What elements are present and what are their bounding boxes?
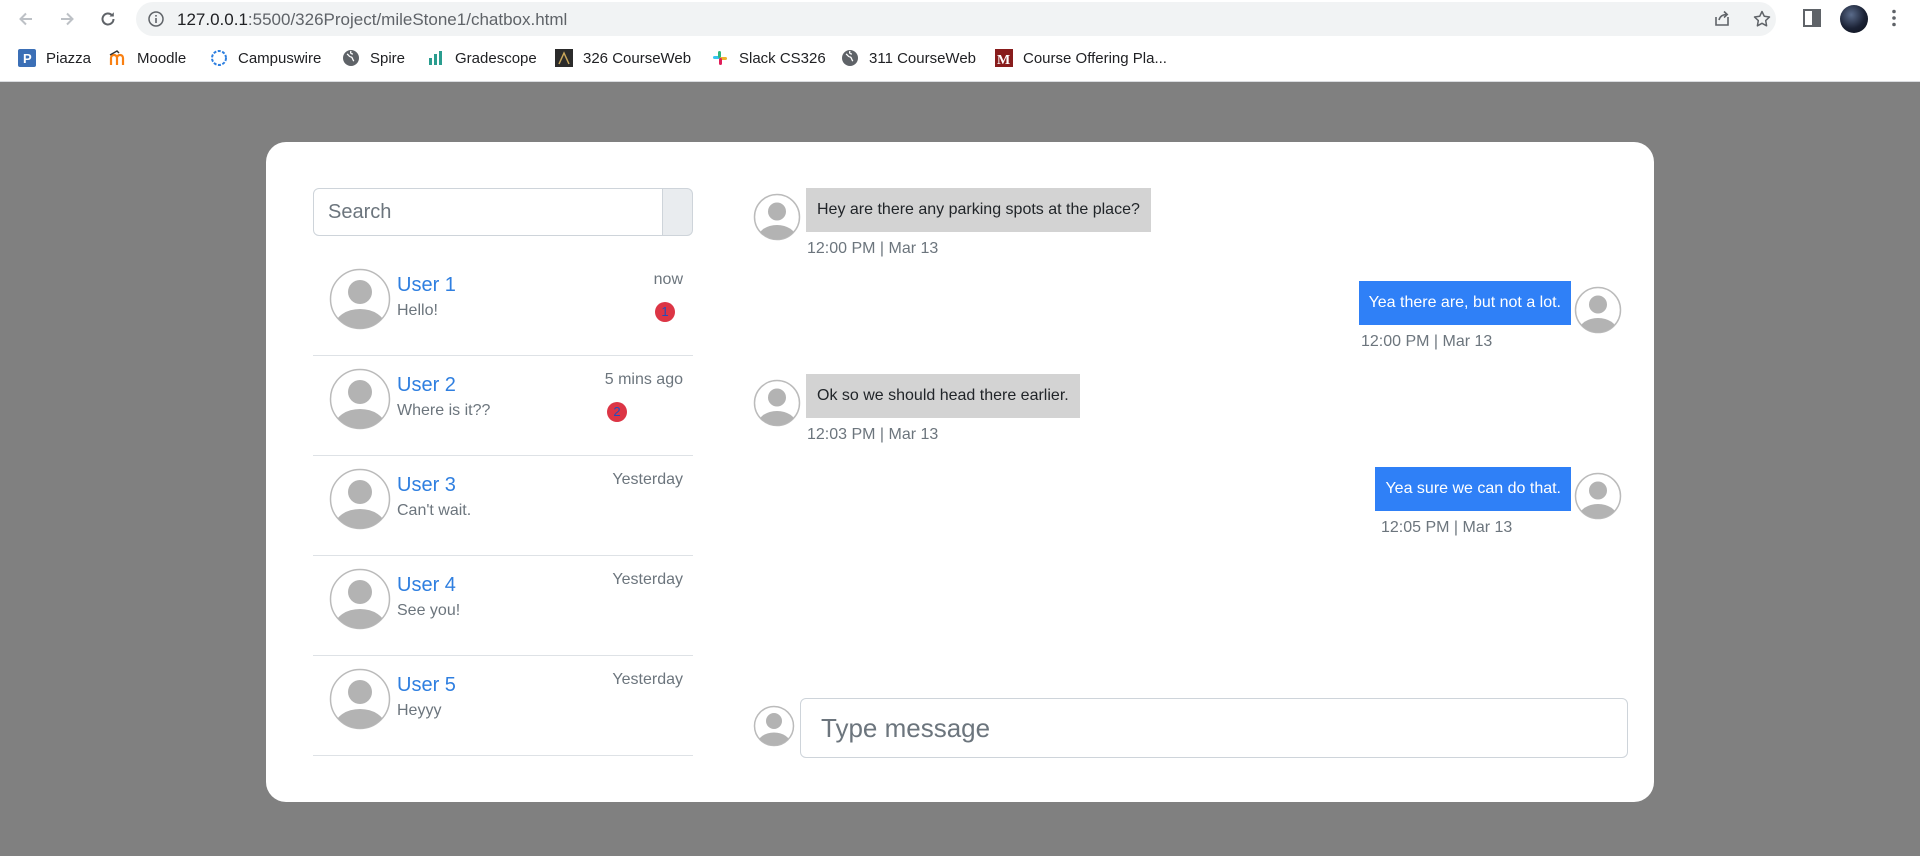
browser-toolbar: 127.0.0.1:5500/326Project/mileStone1/cha… [0,0,1920,38]
contact-list: User 1 Hello! now 1 User 2 Where is it??… [313,256,693,756]
bookmark-piazza[interactable]: P Piazza [18,48,91,68]
bookmark-spire[interactable]: Spire [342,48,405,68]
own-avatar [1574,286,1622,334]
composer-avatar [753,705,795,747]
info-icon[interactable] [148,11,164,27]
outgoing-message-bubble: Yea sure we can do that. [1375,467,1571,511]
bookmark-label: Campuswire [238,49,322,67]
piazza-icon: P [18,49,36,67]
kebab-menu-icon[interactable] [1883,7,1905,29]
campuswire-icon [210,49,228,67]
bookmarks-bar: P Piazza Moodle Campuswire Spire Gradesc… [0,42,1920,72]
address-bar[interactable]: 127.0.0.1:5500/326Project/mileStone1/cha… [136,2,1776,36]
contact-name: User 1 [397,274,456,296]
unread-badge: 2 [607,402,627,422]
contact-time: Yesterday [612,571,683,588]
contact-name: User 2 [397,374,456,396]
globe-icon [342,49,360,67]
avatar [329,568,391,630]
bookmark-label: Gradescope [455,49,537,67]
contact-name: User 3 [397,474,456,496]
bookmark-label: 311 CourseWeb [869,49,977,67]
gradescope-icon [427,49,445,67]
contact-preview: Where is it?? [397,402,491,419]
message-timestamp: 12:00 PM | Mar 13 [807,240,939,257]
bookmark-label: 326 CourseWeb [583,49,692,67]
browser-chrome: 127.0.0.1:5500/326Project/mileStone1/cha… [0,0,1920,82]
bookmark-label: Slack CS326 [739,49,826,67]
side-panel-icon[interactable] [1801,7,1823,29]
courseweb-icon [555,49,573,67]
contact-time: Yesterday [612,471,683,488]
contact-preview: See you! [397,602,461,619]
svg-text:M: M [997,53,1010,67]
bookmark-311-courseweb[interactable]: 311 CourseWeb [841,48,976,68]
contact-time: now [653,271,683,288]
back-arrow-icon[interactable] [12,5,40,33]
bookmark-course-offering[interactable]: M Course Offering Pla... [995,48,1167,68]
url-host: 127.0.0.1 [177,10,248,29]
svg-text:P: P [23,51,32,66]
url-path: :5500/326Project/mileStone1/chatbox.html [247,10,568,29]
avatar [329,668,391,730]
chat-card: User 1 Hello! now 1 User 2 Where is it??… [266,142,1654,802]
reload-icon[interactable] [94,5,122,33]
message-timestamp: 12:00 PM | Mar 13 [1361,333,1493,350]
search-group [313,188,693,236]
bookmark-label: Course Offering Pla... [1023,49,1167,67]
contact-preview: Can't wait. [397,502,472,519]
url-text: 127.0.0.1:5500/326Project/mileStone1/cha… [177,10,567,30]
contact-preview: Hello! [397,302,438,319]
bookmark-gradescope[interactable]: Gradescope [427,48,537,68]
contact-item-user-2[interactable]: User 2 Where is it?? 5 mins ago 2 [313,356,693,456]
umass-icon: M [995,49,1013,67]
profile-avatar[interactable] [1840,5,1868,33]
contact-preview: Heyyy [397,702,442,719]
own-avatar [1574,472,1622,520]
forward-arrow-icon[interactable] [53,5,81,33]
unread-badge: 1 [655,302,675,322]
contact-name: User 4 [397,574,456,596]
avatar [329,468,391,530]
search-addon[interactable] [663,188,693,236]
contact-time: 5 mins ago [604,371,683,388]
contact-item-user-3[interactable]: User 3 Can't wait. Yesterday [313,456,693,556]
bookmark-label: Spire [370,49,406,67]
contact-time: Yesterday [612,671,683,688]
contact-item-user-4[interactable]: User 4 See you! Yesterday [313,556,693,656]
avatar [329,268,391,330]
bookmark-label: Moodle [137,49,187,67]
bookmark-moodle[interactable]: Moodle [109,48,186,68]
contact-item-user-5[interactable]: User 5 Heyyy Yesterday [313,656,693,756]
contact-name: User 5 [397,674,456,696]
bookmark-label: Piazza [46,49,92,67]
bookmark-slack-cs326[interactable]: Slack CS326 [711,48,826,68]
bookmark-326-courseweb[interactable]: 326 CourseWeb [555,48,691,68]
star-icon[interactable] [1752,9,1772,29]
search-input[interactable] [313,188,663,236]
outgoing-message-bubble: Yea there are, but not a lot. [1358,281,1571,325]
moodle-icon [109,49,127,67]
contact-item-user-1[interactable]: User 1 Hello! now 1 [313,256,693,356]
incoming-message-bubble: Ok so we should head there earlier. [806,374,1080,418]
bookmark-campuswire[interactable]: Campuswire [210,48,321,68]
sender-avatar [753,193,801,241]
sender-avatar [753,379,801,427]
share-icon[interactable] [1712,9,1732,29]
message-timestamp: 12:05 PM | Mar 13 [1381,519,1513,536]
avatar [329,368,391,430]
slack-icon [711,49,729,67]
message-timestamp: 12:03 PM | Mar 13 [807,426,939,443]
globe-icon [841,49,859,67]
incoming-message-bubble: Hey are there any parking spots at the p… [806,188,1151,232]
message-input[interactable] [800,698,1628,758]
